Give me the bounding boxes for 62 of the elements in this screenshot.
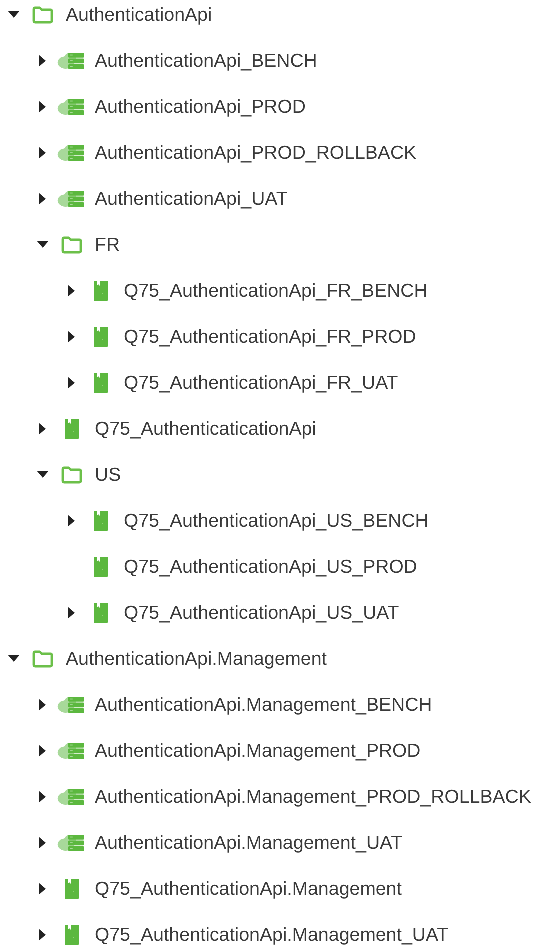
server-stack-icon [57, 833, 87, 853]
collapse-caret-icon[interactable] [37, 241, 49, 249]
expand-caret-icon[interactable] [39, 929, 47, 941]
server-stack-icon [57, 51, 87, 71]
bookmark-book-icon [93, 280, 109, 302]
collapse-caret-icon[interactable] [8, 11, 20, 19]
expand-caret-icon[interactable] [39, 699, 47, 711]
bookmark-book-icon [93, 372, 109, 394]
expand-caret-icon[interactable] [68, 377, 76, 389]
collapse-caret-icon[interactable] [8, 655, 20, 663]
expand-caret-icon[interactable] [39, 883, 47, 895]
tree-item-label[interactable]: AuthenticationApi_PROD_ROLLBACK [95, 142, 417, 164]
expand-caret-icon[interactable] [39, 193, 47, 205]
expand-caret-icon[interactable] [39, 837, 47, 849]
expand-caret-icon[interactable] [39, 745, 47, 757]
tree-item-label[interactable]: AuthenticationApi.Management [66, 648, 328, 670]
expand-caret-icon[interactable] [68, 331, 76, 343]
tree-item-label[interactable]: AuthenticationApi_BENCH [95, 50, 318, 72]
expand-caret-icon[interactable] [68, 515, 76, 527]
expand-caret-icon[interactable] [39, 791, 47, 803]
tree-item-label[interactable]: Q75_AuthenticationApi_US_UAT [124, 602, 400, 624]
folder-icon [32, 6, 54, 24]
tree-item-label[interactable]: Q75_AuthenticaticationApi [95, 418, 316, 440]
server-stack-icon [57, 695, 87, 715]
tree-item-label[interactable]: AuthenticationApi.Management_BENCH [95, 694, 432, 716]
tree-item-label[interactable]: AuthenticationApi_PROD [95, 96, 306, 118]
tree-item-label[interactable]: FR [95, 234, 120, 256]
expand-caret-icon[interactable] [68, 285, 76, 297]
bookmark-book-icon [64, 418, 80, 440]
tree-item-label[interactable]: Q75_AuthenticationApi.Management_UAT [95, 924, 449, 945]
tree-item-label[interactable]: AuthenticationApi.Management_PROD_ROLLBACK [95, 786, 532, 808]
bookmark-book-icon [64, 878, 80, 900]
tree-item-label[interactable]: AuthenticationApi.Management_PROD [95, 740, 421, 762]
tree-item-label[interactable]: AuthenticationApi [66, 4, 212, 26]
server-stack-icon [57, 741, 87, 761]
bookmark-book-icon [93, 326, 109, 348]
server-stack-icon [57, 787, 87, 807]
tree-item-label[interactable]: Q75_AuthenticationApi_US_BENCH [124, 510, 429, 532]
tree-item-label[interactable]: Q75_AuthenticationApi_FR_UAT [124, 372, 398, 394]
server-stack-icon [57, 97, 87, 117]
server-stack-icon [57, 189, 87, 209]
tree-item-label[interactable]: Q75_AuthenticationApi_US_PROD [124, 556, 418, 578]
tree-item-label[interactable]: AuthenticationApi_UAT [95, 188, 288, 210]
expand-caret-icon[interactable] [39, 55, 47, 67]
expand-caret-icon[interactable] [39, 147, 47, 159]
tree-item-label[interactable]: AuthenticationApi.Management_UAT [95, 832, 403, 854]
folder-icon [32, 650, 54, 668]
expand-caret-icon[interactable] [39, 423, 47, 435]
expand-caret-icon[interactable] [39, 101, 47, 113]
folder-icon [61, 236, 83, 254]
folder-icon [61, 466, 83, 484]
collapse-caret-icon[interactable] [37, 471, 49, 479]
tree-item-label[interactable]: Q75_AuthenticationApi.Management [95, 878, 402, 900]
bookmark-book-icon [93, 602, 109, 624]
tree-item-label[interactable]: Q75_AuthenticationApi_FR_BENCH [124, 280, 428, 302]
expand-caret-icon[interactable] [68, 607, 76, 619]
tree-item-label[interactable]: US [95, 464, 122, 486]
bookmark-book-icon [93, 556, 109, 578]
bookmark-book-icon [64, 924, 80, 945]
server-stack-icon [57, 143, 87, 163]
bookmark-book-icon [93, 510, 109, 532]
tree-item-label[interactable]: Q75_AuthenticationApi_FR_PROD [124, 326, 416, 348]
